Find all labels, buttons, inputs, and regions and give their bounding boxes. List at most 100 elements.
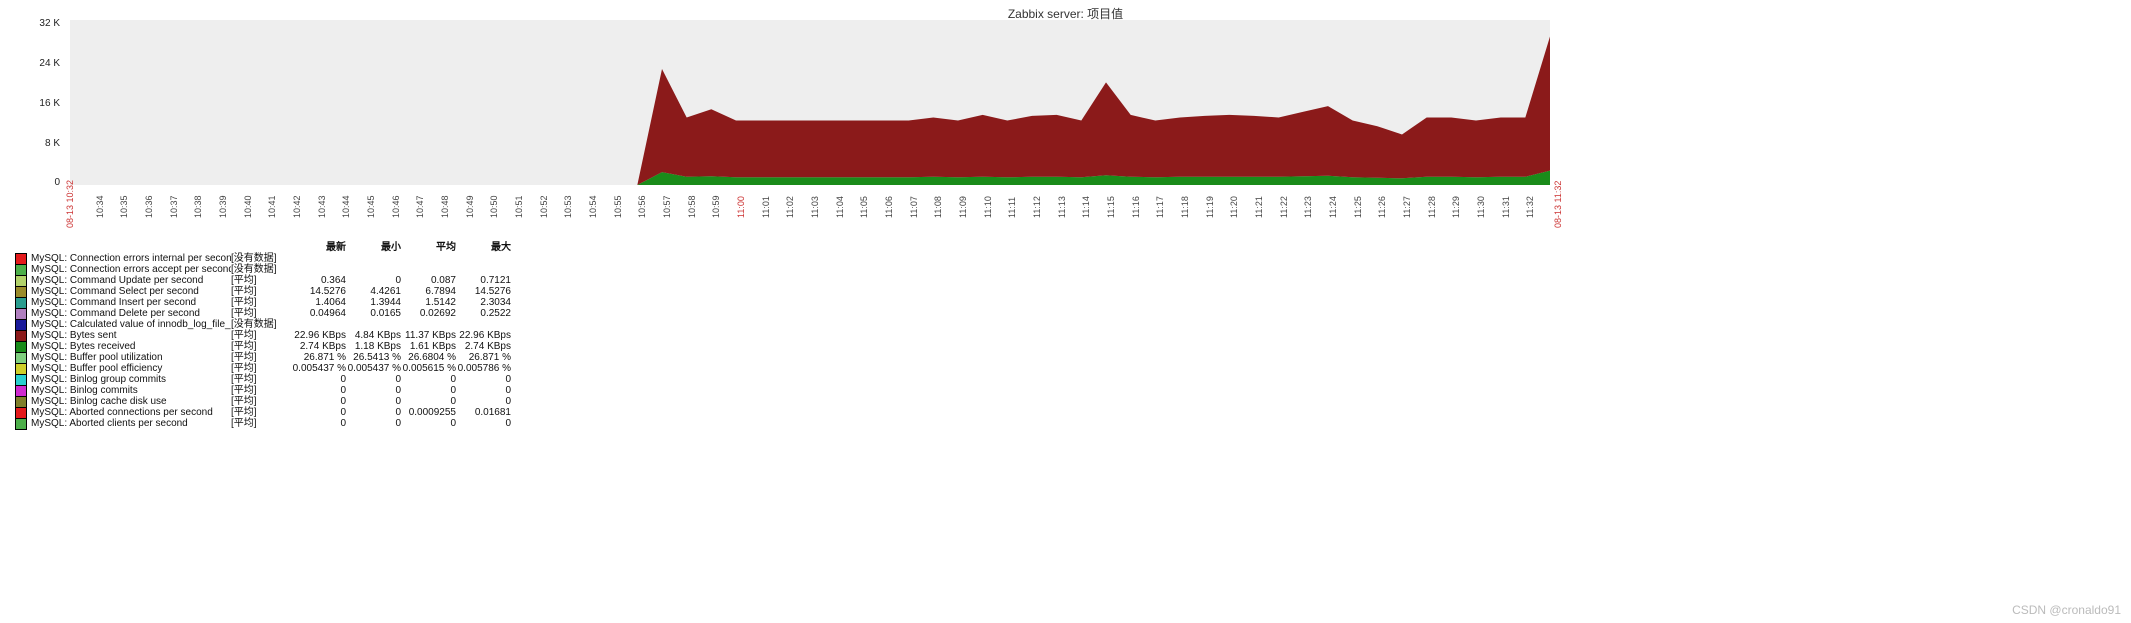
legend-type: [平均] xyxy=(231,286,291,297)
legend-min: 0.0165 xyxy=(346,308,401,319)
legend-avg: 0 xyxy=(401,396,456,407)
legend-max: 0.01681 xyxy=(456,407,511,418)
legend-row: MySQL: Connection errors accept per seco… xyxy=(15,264,511,275)
legend-row: MySQL: Aborted connections per second[平均… xyxy=(15,407,511,418)
legend-min: 0 xyxy=(346,418,401,429)
legend-row: MySQL: Connection errors internal per se… xyxy=(15,253,511,264)
legend-type: [平均] xyxy=(231,352,291,363)
legend-latest: 22.96 KBps xyxy=(291,330,346,341)
legend-name: MySQL: Aborted connections per second xyxy=(31,407,231,418)
legend-avg: 0 xyxy=(401,385,456,396)
legend-row: MySQL: Aborted clients per second[平均]000… xyxy=(15,418,511,429)
legend-min xyxy=(346,253,401,264)
legend-max xyxy=(456,319,511,330)
legend-min xyxy=(346,264,401,275)
legend-latest: 14.5276 xyxy=(291,286,346,297)
legend-latest: 2.74 KBps xyxy=(291,341,346,352)
legend-latest: 0 xyxy=(291,374,346,385)
legend-name: MySQL: Connection errors accept per seco… xyxy=(31,264,231,275)
legend-row: MySQL: Bytes received[平均]2.74 KBps1.18 K… xyxy=(15,341,511,352)
legend-name: MySQL: Binlog group commits xyxy=(31,374,231,385)
legend-row: MySQL: Command Select per second[平均]14.5… xyxy=(15,286,511,297)
legend-max: 0 xyxy=(456,385,511,396)
legend-max: 26.871 % xyxy=(456,352,511,363)
legend-latest: 0 xyxy=(291,396,346,407)
legend-table: 最新 最小 平均 最大 MySQL: Connection errors int… xyxy=(15,238,511,429)
legend-max: 0 xyxy=(456,374,511,385)
legend-name: MySQL: Command Delete per second xyxy=(31,308,231,319)
legend-latest: 0 xyxy=(291,385,346,396)
legend-latest: 0.04964 xyxy=(291,308,346,319)
legend-name: MySQL: Command Select per second xyxy=(31,286,231,297)
legend-row: MySQL: Binlog commits[平均]0000 xyxy=(15,385,511,396)
legend-latest: 26.871 % xyxy=(291,352,346,363)
legend-type: [没有数据] xyxy=(231,319,291,330)
legend-type: [平均] xyxy=(231,374,291,385)
legend-row: MySQL: Binlog group commits[平均]0000 xyxy=(15,374,511,385)
legend-avg: 0 xyxy=(401,418,456,429)
ytick: 24 K xyxy=(0,58,60,69)
ytick: 16 K xyxy=(0,98,60,109)
legend-min: 1.3944 xyxy=(346,297,401,308)
xrange-start: 08-13 10:32 xyxy=(65,180,75,228)
legend-type: [没有数据] xyxy=(231,264,291,275)
legend-type: [平均] xyxy=(231,418,291,429)
legend-name: MySQL: Buffer pool utilization xyxy=(31,352,231,363)
legend-avg: 26.6804 % xyxy=(401,352,456,363)
legend-row: MySQL: Calculated value of innodb_log_fi… xyxy=(15,319,511,330)
legend-name: MySQL: Binlog commits xyxy=(31,385,231,396)
legend-latest: 0.005437 % xyxy=(291,363,346,374)
legend-max: 0 xyxy=(456,396,511,407)
legend-row: MySQL: Command Delete per second[平均]0.04… xyxy=(15,308,511,319)
legend-type: [没有数据] xyxy=(231,253,291,264)
legend-max: 2.74 KBps xyxy=(456,341,511,352)
legend-name: MySQL: Command Update per second xyxy=(31,275,231,286)
legend-min xyxy=(346,319,401,330)
legend-type: [平均] xyxy=(231,407,291,418)
legend-min: 4.84 KBps xyxy=(346,330,401,341)
legend-type: [平均] xyxy=(231,297,291,308)
legend-row: MySQL: Binlog cache disk use[平均]0000 xyxy=(15,396,511,407)
legend-avg: 0.087 xyxy=(401,275,456,286)
ytick: 32 K xyxy=(0,18,60,29)
legend-max: 0 xyxy=(456,418,511,429)
legend-min: 26.5413 % xyxy=(346,352,401,363)
legend-max xyxy=(456,264,511,275)
legend-type: [平均] xyxy=(231,308,291,319)
legend-min: 0 xyxy=(346,407,401,418)
area-chart-svg xyxy=(70,20,1550,185)
legend-min: 0 xyxy=(346,275,401,286)
legend-name: MySQL: Connection errors internal per se… xyxy=(31,253,231,264)
legend-name: MySQL: Buffer pool efficiency xyxy=(31,363,231,374)
legend-type: [平均] xyxy=(231,396,291,407)
legend-min: 1.18 KBps xyxy=(346,341,401,352)
legend-max: 0.2522 xyxy=(456,308,511,319)
legend-header: 最新 最小 平均 最大 xyxy=(15,238,511,253)
xrange-end: 08-13 11:32 xyxy=(1553,181,1563,228)
legend-latest xyxy=(291,253,346,264)
legend-avg xyxy=(401,264,456,275)
series-area xyxy=(70,37,1550,186)
legend-row: MySQL: Bytes sent[平均]22.96 KBps4.84 KBps… xyxy=(15,330,511,341)
legend-row: MySQL: Command Insert per second[平均]1.40… xyxy=(15,297,511,308)
legend-min: 0.005437 % xyxy=(346,363,401,374)
legend-avg: 0 xyxy=(401,374,456,385)
legend-swatch xyxy=(15,418,27,430)
legend-min: 0 xyxy=(346,385,401,396)
legend-min: 4.4261 xyxy=(346,286,401,297)
legend-name: MySQL: Aborted clients per second xyxy=(31,418,231,429)
ytick: 0 xyxy=(0,177,60,188)
legend-latest xyxy=(291,319,346,330)
legend-min: 0 xyxy=(346,396,401,407)
legend-max: 0.005786 % xyxy=(456,363,511,374)
legend-avg xyxy=(401,253,456,264)
legend-avg: 6.7894 xyxy=(401,286,456,297)
legend-name: MySQL: Bytes received xyxy=(31,341,231,352)
legend-name: MySQL: Bytes sent xyxy=(31,330,231,341)
legend-name: MySQL: Command Insert per second xyxy=(31,297,231,308)
legend-avg: 1.61 KBps xyxy=(401,341,456,352)
legend-avg: 11.37 KBps xyxy=(401,330,456,341)
legend-latest: 0 xyxy=(291,418,346,429)
legend-max: 0.7121 xyxy=(456,275,511,286)
legend-latest: 0.364 xyxy=(291,275,346,286)
